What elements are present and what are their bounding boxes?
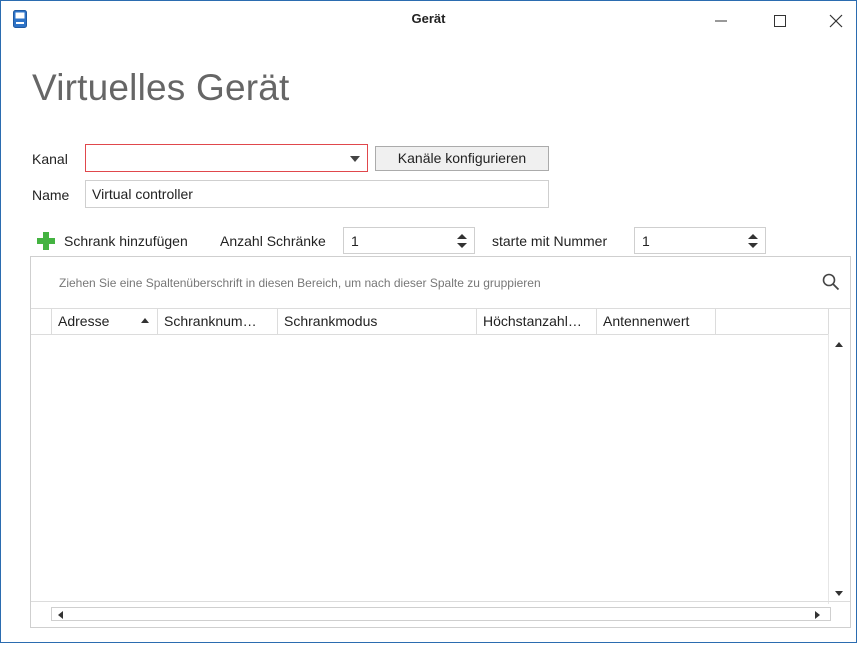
group-panel[interactable]: Ziehen Sie eine Spaltenüberschrift in di…	[31, 257, 850, 309]
close-icon	[829, 14, 843, 28]
column-header-label: Antennenwert	[603, 313, 690, 329]
cabinet-count-label: Anzahl Schränke	[220, 233, 326, 249]
cabinet-count-value: 1	[351, 233, 359, 249]
horizontal-scrollbar[interactable]	[31, 601, 850, 627]
device-window: Gerät Virtuelles Gerät Kanal Kanäle konf…	[0, 0, 857, 643]
cabinet-grid: Ziehen Sie eine Spaltenüberschrift in di…	[30, 256, 851, 628]
column-header-cabinet-mode[interactable]: Schrankmodus	[278, 308, 477, 334]
maximize-icon	[773, 14, 787, 28]
column-header-label: Schranknum…	[164, 313, 257, 329]
minimize-button[interactable]	[701, 7, 741, 35]
scroll-down-icon[interactable]	[835, 591, 843, 596]
vertical-scrollbar[interactable]	[828, 334, 850, 604]
add-cabinet-button[interactable]: Schrank hinzufügen	[37, 230, 188, 252]
spinner-arrows-icon[interactable]	[457, 233, 467, 249]
column-header-address[interactable]: Adresse	[52, 308, 158, 334]
cabinet-count-stepper[interactable]: 1	[343, 227, 475, 254]
column-header-label: Höchstanzahl…	[483, 313, 582, 329]
title-bar: Gerät	[1, 1, 856, 39]
row-indicator-header	[31, 308, 52, 334]
name-field[interactable]: Virtual controller	[85, 180, 549, 208]
sort-ascending-icon	[141, 318, 149, 323]
column-headers: Adresse Schranknum… Schrankmodus Höchsta…	[31, 308, 850, 335]
spinner-arrows-icon[interactable]	[748, 233, 758, 249]
start-number-value: 1	[642, 233, 650, 249]
chevron-down-icon	[350, 156, 360, 162]
close-button[interactable]	[816, 7, 856, 35]
column-header-label: Schrankmodus	[284, 313, 378, 329]
plus-icon	[37, 232, 55, 250]
column-header-antenna-value[interactable]: Antennenwert	[597, 308, 716, 334]
column-header-cabinet-number[interactable]: Schranknum…	[158, 308, 278, 334]
configure-channels-button[interactable]: Kanäle konfigurieren	[375, 146, 549, 171]
start-number-stepper[interactable]: 1	[634, 227, 766, 254]
scroll-right-icon[interactable]	[815, 611, 820, 619]
group-hint: Ziehen Sie eine Spaltenüberschrift in di…	[59, 276, 541, 290]
scroll-up-icon[interactable]	[835, 342, 843, 347]
start-number-label: starte mit Nummer	[492, 233, 608, 249]
kanal-dropdown[interactable]	[85, 144, 368, 172]
scrollbar-track[interactable]	[51, 607, 831, 621]
add-cabinet-label: Schrank hinzufügen	[64, 233, 188, 249]
page-title: Virtuelles Gerät	[32, 67, 290, 108]
scroll-left-icon[interactable]	[58, 611, 63, 619]
column-header-max-count[interactable]: Höchstanzahl…	[477, 308, 597, 334]
column-header-label: Adresse	[58, 313, 110, 329]
search-icon[interactable]	[822, 273, 840, 291]
kanal-label: Kanal	[32, 151, 68, 167]
column-header-filler	[716, 308, 829, 334]
minimize-icon	[714, 14, 728, 28]
name-label: Name	[32, 187, 70, 203]
maximize-button[interactable]	[760, 7, 800, 35]
